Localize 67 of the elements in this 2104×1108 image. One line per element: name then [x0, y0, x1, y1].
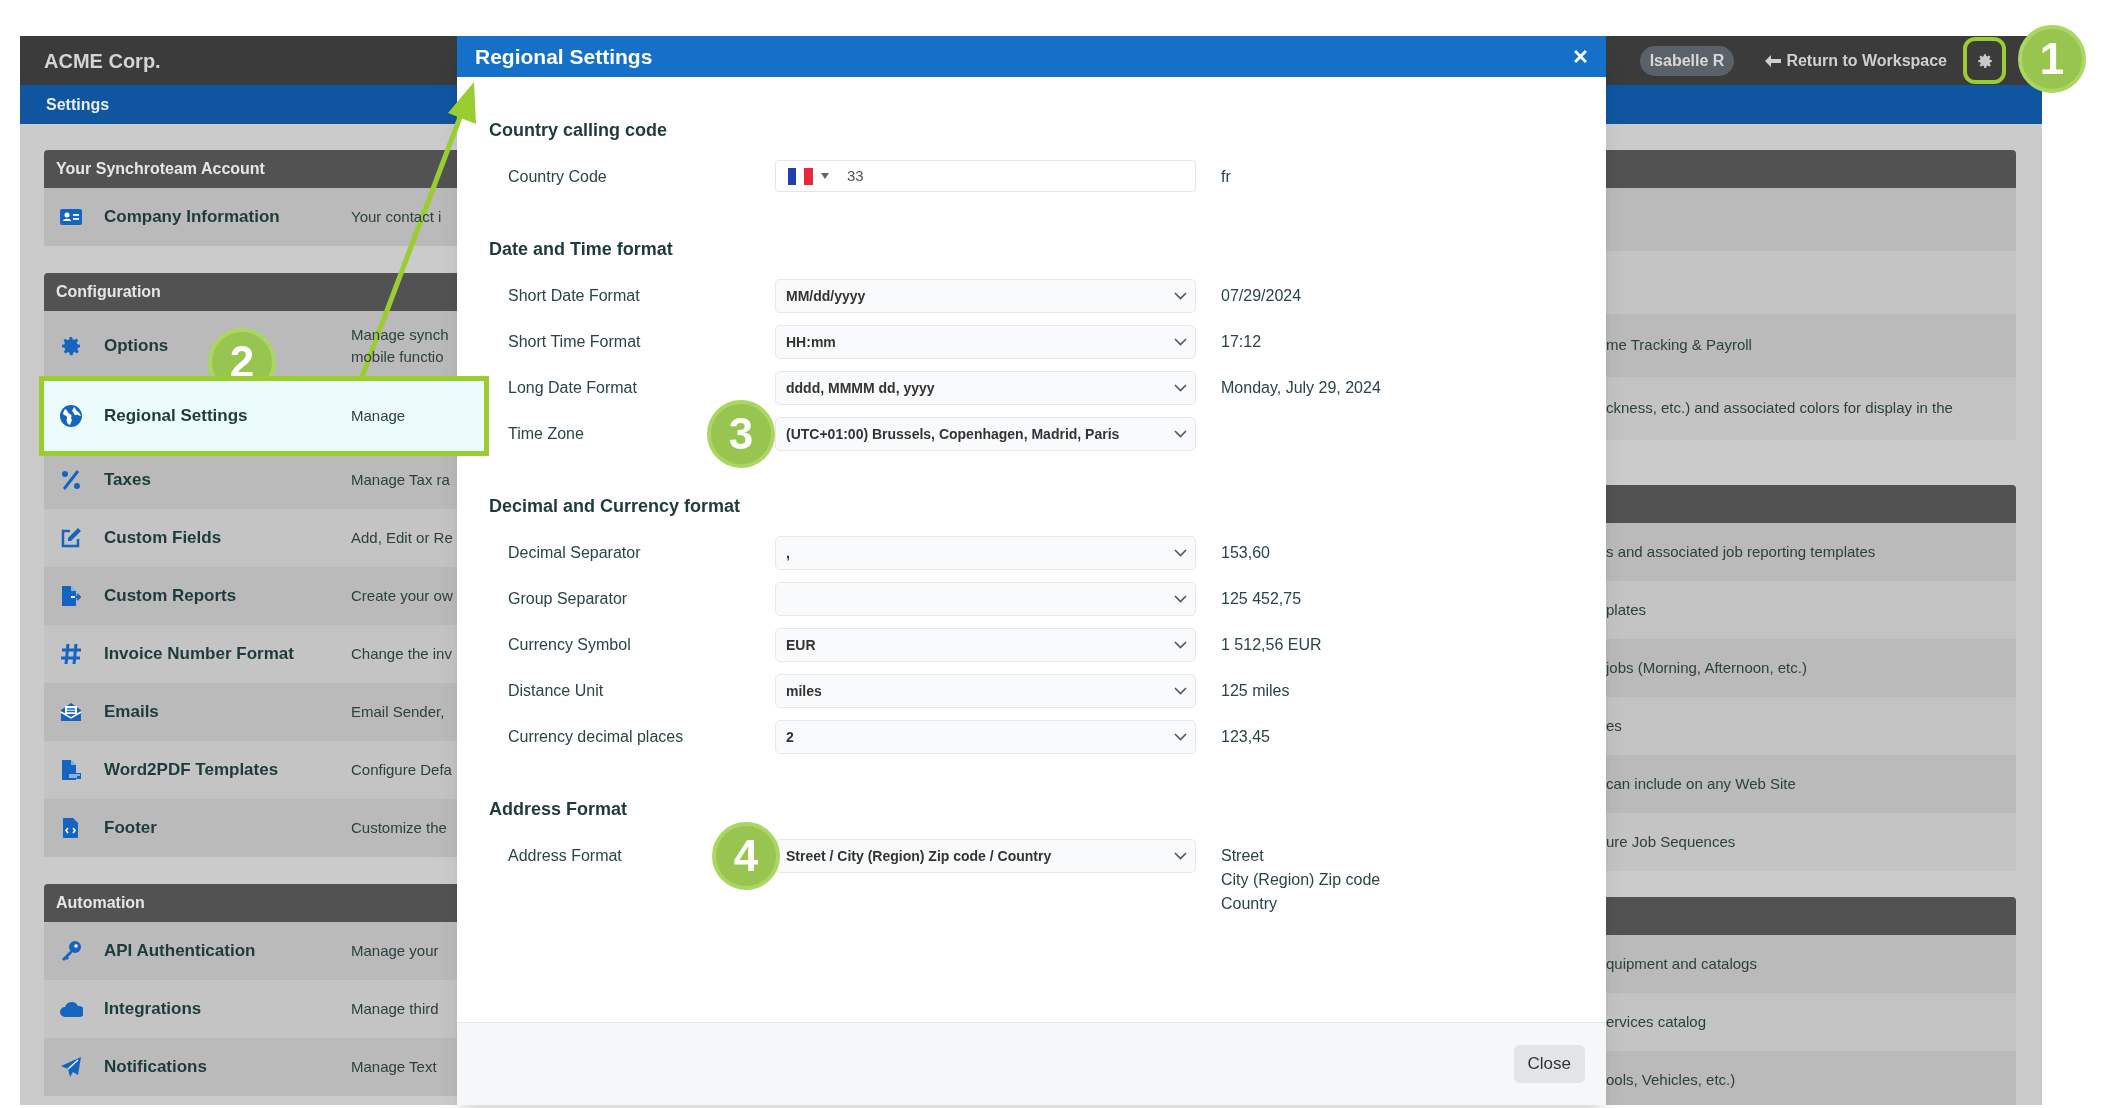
item-description: Manage Tax ra [351, 470, 450, 490]
item-description: Add, Edit or Re [351, 528, 453, 548]
phone-code: 33 [847, 165, 864, 186]
page-title: Settings [46, 94, 110, 115]
field-label: Currency decimal places [508, 727, 684, 747]
item-label: Emails [104, 701, 160, 724]
field-label: Long Date Format [508, 378, 637, 398]
item-label: Custom Fields [104, 527, 223, 550]
field-label: Address Format [508, 846, 622, 866]
item-label: Footer [104, 817, 158, 840]
dialog-title: Regional Settings [475, 43, 653, 70]
format-preview: 17:12 [1221, 332, 1262, 352]
item-description: Customize the [351, 818, 447, 838]
item-description: Email Sender, [351, 702, 445, 722]
section-heading: Country calling code [489, 118, 668, 142]
company-name: ACME Corp. [44, 48, 161, 74]
format-preview: 07/29/2024 [1221, 286, 1302, 306]
item-label: Word2PDF Templates [104, 759, 280, 782]
item-label: Integrations [104, 998, 203, 1021]
item-description: Manage your [351, 941, 439, 961]
item-description: Manage [351, 406, 406, 426]
item-label: Custom Reports [104, 585, 238, 608]
item-label: Regional Settings [104, 405, 249, 428]
format-preview: Country [1221, 894, 1279, 914]
format-preview: 1 512,56 EUR [1221, 635, 1322, 655]
item-description: can include on any Web Site [1606, 773, 1796, 794]
format-preview: City (Region) Zip code [1221, 870, 1381, 890]
item-description: Configure Defa [351, 760, 452, 780]
item-description: Manage Text [351, 1057, 437, 1077]
item-label: Options [104, 335, 170, 358]
item-description: ckness, etc.) and associated colors for display in the [1606, 398, 1953, 419]
item-label: Taxes [104, 469, 152, 492]
format-preview: 125 miles [1221, 681, 1290, 701]
format-preview: fr [1221, 167, 1231, 187]
format-preview: 153,60 [1221, 543, 1270, 563]
field-label: Group Separator [508, 589, 628, 609]
section-heading: Date and Time format [489, 237, 673, 261]
item-label: Company Information [104, 206, 281, 229]
item-description: ure Job Sequences [1606, 831, 1736, 852]
item-description: s and associated job reporting templates [1606, 541, 1876, 562]
item-description: ools, Vehicles, etc.) [1606, 1069, 1736, 1090]
item-description: Manage third [351, 999, 439, 1019]
item-description: me Tracking & Payroll [1606, 335, 1752, 356]
item-description: quipment and catalogs [1606, 953, 1757, 974]
item-description: ervices catalog [1606, 1011, 1707, 1032]
field-label: Time Zone [508, 424, 584, 444]
item-label: API Authentication [104, 940, 257, 963]
item-description: es [1606, 715, 1622, 736]
field-label: Decimal Separator [508, 543, 641, 563]
format-preview: Street [1221, 846, 1265, 866]
field-label: Currency Symbol [508, 635, 631, 655]
section-heading: Address Format [489, 797, 628, 821]
format-preview: Monday, July 29, 2024 [1221, 378, 1381, 398]
field-label: Distance Unit [508, 681, 604, 701]
field-label: Country Code [508, 167, 607, 187]
item-description: jobs (Morning, Afternoon, etc.) [1606, 657, 1807, 678]
item-label: Notifications [104, 1056, 208, 1079]
field-label: Short Time Format [508, 332, 641, 352]
item-description: plates [1606, 599, 1647, 620]
field-label: Short Date Format [508, 286, 640, 306]
section-heading: Decimal and Currency format [489, 494, 741, 518]
item-description: Change the inv [351, 644, 452, 664]
item-description: Create your ow [351, 586, 453, 606]
format-preview: 123,45 [1221, 727, 1270, 747]
format-preview: 125 452,75 [1221, 589, 1302, 609]
item-label: Invoice Number Format [104, 643, 295, 666]
step-marker: 1 [2018, 25, 2086, 93]
